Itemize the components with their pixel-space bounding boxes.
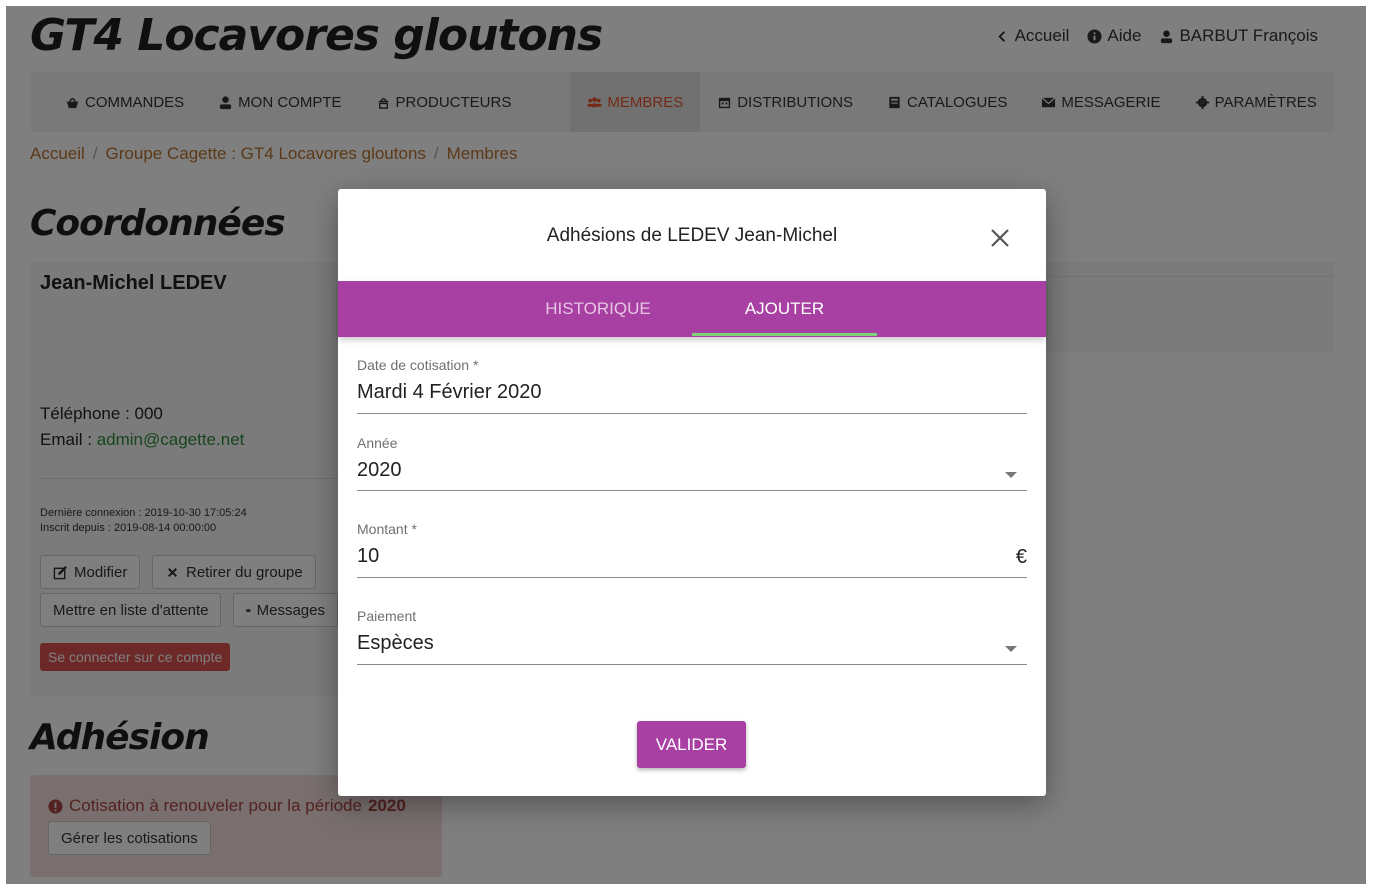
modal-tabs: HISTORIQUE AJOUTER [338, 281, 1046, 337]
modal-title: Adhésions de LEDEV Jean-Michel [546, 225, 838, 246]
field-underline [357, 577, 1027, 578]
year-select[interactable]: Année 2020 [357, 435, 1027, 493]
year-label: Année [357, 435, 398, 451]
frame-edge [0, 0, 6, 888]
frame-edge [0, 884, 1373, 888]
payment-label: Paiement [357, 608, 417, 624]
date-field[interactable]: Date de cotisation * Mardi 4 Février 202… [357, 357, 1027, 415]
submit-button[interactable]: VALIDER [637, 721, 746, 768]
frame-edge [1366, 0, 1373, 888]
euro-suffix: € [1015, 546, 1027, 568]
field-underline [357, 664, 1027, 665]
membership-modal: Adhésions de LEDEV Jean-Michel HISTORIQU… [338, 189, 1046, 796]
frame-edge [0, 0, 1373, 6]
active-tab-indicator [692, 333, 877, 336]
chevron-down-icon[interactable] [1005, 646, 1017, 652]
close-icon[interactable] [986, 224, 1014, 252]
date-label: Date de cotisation * [357, 357, 479, 373]
tab-historique[interactable]: HISTORIQUE [528, 281, 668, 337]
amount-label: Montant * [357, 521, 417, 537]
payment-value[interactable]: Espèces [357, 632, 1027, 658]
amount-field[interactable]: Montant * 10 € [357, 521, 1027, 579]
tab-ajouter[interactable]: AJOUTER [692, 281, 877, 337]
date-input[interactable]: Mardi 4 Février 2020 [357, 381, 1027, 407]
payment-select[interactable]: Paiement Espèces [357, 608, 1027, 666]
field-underline [357, 490, 1027, 491]
field-underline [357, 413, 1027, 414]
chevron-down-icon[interactable] [1005, 472, 1017, 478]
year-value[interactable]: 2020 [357, 459, 1027, 485]
amount-input[interactable]: 10 [357, 545, 1027, 571]
